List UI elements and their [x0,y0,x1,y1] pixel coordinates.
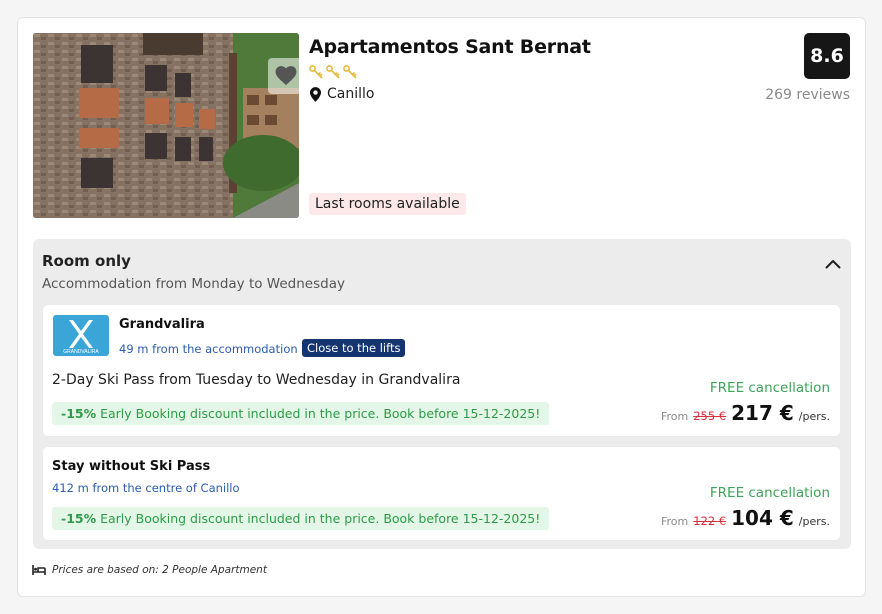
price-from-label: From [660,410,689,423]
key-icon [343,65,357,79]
old-price: 122 € [693,514,727,528]
hotel-card: Apartamentos Sant Bernat Canillo 8.6 269… [17,17,866,597]
discount-percent: -15% [61,511,97,526]
free-cancellation: FREE cancellation [709,380,830,396]
price-block[interactable]: From 122 € 104 € /pers. [661,506,830,530]
favorite-button[interactable] [268,58,299,94]
offer-option-skipass[interactable]: GRANDVALIRA Grandvalira 49 m from the ac… [43,305,840,436]
price-basis-note: Prices are based on: 2 People Apartment [32,564,267,576]
old-price: 255 € [693,409,727,423]
offer-distance: 412 m from the centre of Canillo [52,481,240,495]
offer-distance: 49 m from the accommodation [119,342,298,356]
bed-icon [32,565,46,575]
discount-banner: -15% Early Booking discount included in … [52,507,550,530]
offer-name: Grandvalira [119,317,205,332]
collapse-button[interactable] [825,254,841,273]
review-count[interactable]: 269 reviews [765,87,850,103]
score-badge: 8.6 [804,33,850,79]
discount-banner: -15% Early Booking discount included in … [52,402,550,425]
skipass-description: 2-Day Ski Pass from Tuesday to Wednesday… [52,372,461,388]
logo-text: GRANDVALIRA [63,349,99,355]
price-block[interactable]: From 255 € 217 € /pers. [661,401,830,425]
price-from-label: From [660,515,689,528]
map-pin-icon [310,86,321,102]
current-price: 217 € [731,401,794,425]
current-price: 104 € [731,506,794,530]
discount-text: Early Booking discount included in the p… [100,406,541,421]
per-person-label: /pers. [798,515,830,528]
discount-text: Early Booking discount included in the p… [100,511,541,526]
room-panel: Room only Accommodation from Monday to W… [33,239,851,549]
room-type-title: Room only [42,252,131,270]
discount-percent: -15% [61,406,97,421]
key-icon [309,65,323,79]
price-basis-text: Prices are based on: 2 People Apartment [52,564,267,576]
lifts-badge: Close to the lifts [302,339,406,357]
location-text: Canillo [327,86,375,102]
key-icon [326,65,340,79]
hotel-photo[interactable] [33,33,299,218]
heart-icon [275,66,297,86]
offer-option-no-skipass[interactable]: Stay without Ski Pass 412 m from the cen… [43,447,840,540]
grandvalira-logo-icon: GRANDVALIRA [63,320,99,355]
per-person-label: /pers. [798,410,830,423]
hotel-location: Canillo [310,86,374,102]
chevron-up-icon [825,260,841,269]
grandvalira-logo: GRANDVALIRA [53,315,109,356]
free-cancellation: FREE cancellation [709,485,830,501]
hotel-photo-image [33,33,299,218]
room-type-subtitle: Accommodation from Monday to Wednesday [42,276,345,292]
key-rating [309,65,357,79]
availability-badge: Last rooms available [309,193,466,215]
hotel-name[interactable]: Apartamentos Sant Bernat [309,36,591,58]
offer-name: Stay without Ski Pass [52,459,211,474]
